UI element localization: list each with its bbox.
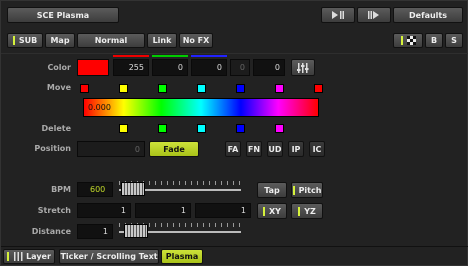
gradient-position-value: 0.000 bbox=[88, 103, 111, 112]
delete-color-stop[interactable] bbox=[275, 124, 284, 133]
delete-label: Delete bbox=[41, 124, 71, 133]
delete-color-stop[interactable] bbox=[236, 124, 245, 133]
layer-label: Layer bbox=[26, 252, 51, 261]
color-label: Color bbox=[47, 63, 71, 72]
mode-fa-button[interactable]: FA bbox=[225, 141, 241, 157]
toggle-indicator bbox=[12, 36, 15, 45]
color-swatch[interactable] bbox=[77, 59, 109, 76]
xy-label: XY bbox=[269, 206, 281, 216]
delete-color-stop[interactable] bbox=[119, 124, 128, 133]
fade-button[interactable]: Fade bbox=[149, 141, 199, 157]
green-channel-bar bbox=[152, 55, 188, 57]
stretch-label: Stretch bbox=[37, 206, 71, 215]
step-forward-button[interactable] bbox=[321, 7, 355, 23]
delete-color-stop[interactable] bbox=[197, 124, 206, 133]
checker-icon bbox=[406, 36, 416, 45]
color-mixer-button[interactable] bbox=[291, 59, 315, 76]
delete-color-stop[interactable] bbox=[158, 124, 167, 133]
bpm-field[interactable]: 600 bbox=[77, 182, 113, 197]
red-channel-bar bbox=[113, 55, 149, 57]
stretch-y-field[interactable]: 1 bbox=[135, 203, 191, 218]
move-color-stop[interactable] bbox=[197, 84, 206, 93]
toggle-indicator bbox=[400, 36, 403, 45]
b-button[interactable]: B bbox=[425, 33, 443, 48]
pitch-toggle[interactable]: Pitch bbox=[291, 182, 323, 198]
effect-panel: SCE Plasma Defaults SUB Map Normal Link … bbox=[0, 0, 468, 266]
grid-toggle[interactable] bbox=[393, 33, 423, 48]
step-icon bbox=[368, 11, 379, 19]
divider bbox=[1, 246, 468, 247]
sub-label: SUB bbox=[18, 36, 38, 45]
toggle-indicator bbox=[263, 206, 266, 216]
move-color-stop[interactable] bbox=[236, 84, 245, 93]
position-field[interactable]: 0 bbox=[77, 141, 145, 157]
yz-toggle[interactable]: YZ bbox=[291, 203, 323, 219]
sliders-icon bbox=[14, 252, 23, 261]
color-red-field[interactable]: 255 bbox=[113, 59, 149, 76]
blend-mode-select[interactable]: Normal bbox=[77, 33, 145, 48]
move-color-stop[interactable] bbox=[158, 84, 167, 93]
move-color-stop[interactable] bbox=[80, 84, 89, 93]
nofx-button[interactable]: No FX bbox=[179, 33, 213, 48]
color-green-field[interactable]: 0 bbox=[152, 59, 188, 76]
s-button[interactable]: S bbox=[445, 33, 463, 48]
map-button[interactable]: Map bbox=[45, 33, 75, 48]
stretch-z-field[interactable]: 1 bbox=[195, 203, 251, 218]
blue-channel-bar bbox=[191, 55, 227, 57]
move-color-stop[interactable] bbox=[119, 84, 128, 93]
mode-ud-button[interactable]: UD bbox=[267, 141, 283, 157]
sliders-icon bbox=[297, 62, 309, 73]
defaults-button[interactable]: Defaults bbox=[393, 7, 463, 23]
divider bbox=[1, 53, 468, 54]
color-alpha-field[interactable]: 0 bbox=[253, 59, 285, 76]
bpm-label: BPM bbox=[51, 185, 71, 194]
move-color-stop[interactable] bbox=[275, 84, 284, 93]
tab-ticker-scrolling-text[interactable]: Ticker / Scrolling Text bbox=[59, 249, 159, 264]
effect-title-button[interactable]: SCE Plasma bbox=[7, 7, 119, 23]
bpm-slider-handle[interactable] bbox=[121, 182, 145, 196]
distance-field[interactable]: 1 bbox=[77, 224, 113, 239]
step-back-button[interactable] bbox=[357, 7, 391, 23]
tab-plasma[interactable]: Plasma bbox=[161, 249, 203, 264]
stretch-x-field[interactable]: 1 bbox=[77, 203, 131, 218]
mode-ip-button[interactable]: IP bbox=[288, 141, 304, 157]
mode-ic-button[interactable]: IC bbox=[309, 141, 325, 157]
toggle-indicator bbox=[7, 252, 10, 261]
pitch-label: Pitch bbox=[298, 185, 322, 195]
move-label: Move bbox=[46, 83, 71, 92]
mode-fn-button[interactable]: FN bbox=[246, 141, 262, 157]
sub-toggle[interactable]: SUB bbox=[7, 33, 43, 48]
color-white-field[interactable]: 0 bbox=[230, 59, 250, 76]
link-button[interactable]: Link bbox=[147, 33, 177, 48]
move-color-stop[interactable] bbox=[314, 84, 323, 93]
distance-label: Distance bbox=[31, 227, 71, 236]
toggle-indicator bbox=[298, 206, 301, 216]
color-blue-field[interactable]: 0 bbox=[191, 59, 227, 76]
yz-label: YZ bbox=[304, 206, 316, 216]
layer-toggle[interactable]: Layer bbox=[3, 249, 55, 264]
position-label: Position bbox=[34, 144, 71, 153]
xy-toggle[interactable]: XY bbox=[257, 203, 287, 219]
tap-button[interactable]: Tap bbox=[257, 182, 287, 198]
color-gradient-bar[interactable]: 0.000 bbox=[83, 98, 319, 117]
distance-slider-handle[interactable] bbox=[124, 224, 148, 238]
toggle-indicator bbox=[292, 185, 295, 195]
play-step-icon bbox=[332, 11, 344, 19]
